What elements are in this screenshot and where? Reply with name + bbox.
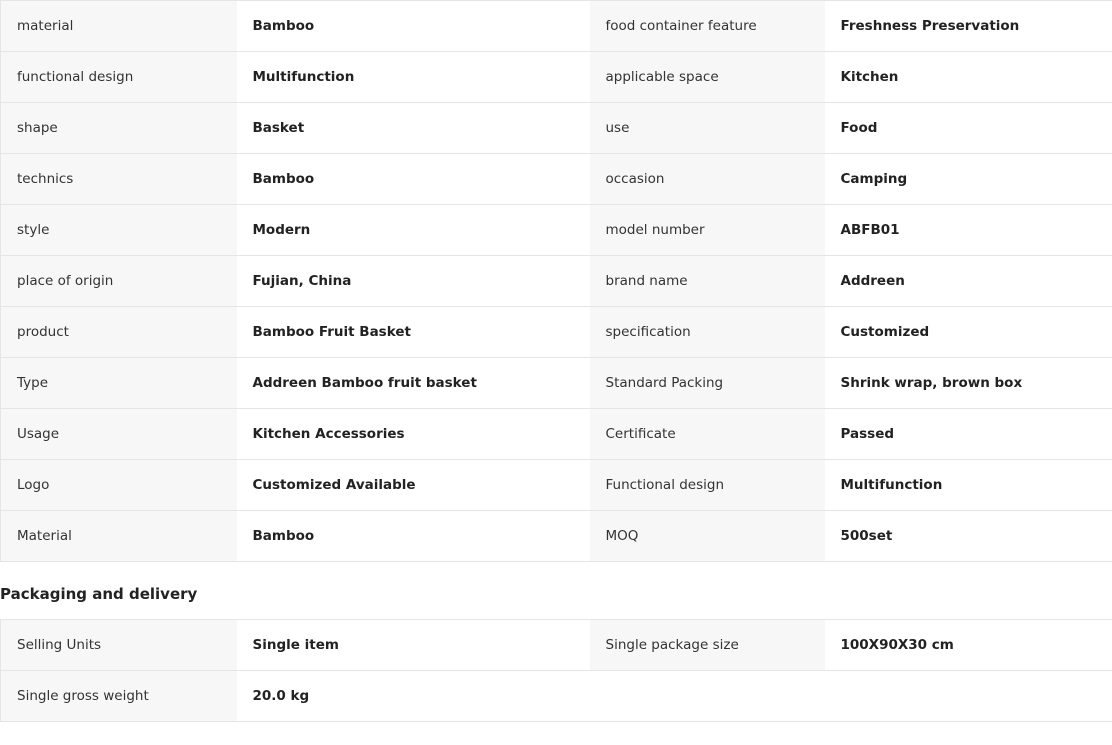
attribute-key: model number <box>589 204 825 256</box>
packaging-key: Selling Units <box>0 619 237 671</box>
packaging-value: 100X90X30 cm <box>824 619 1112 671</box>
attribute-key: brand name <box>589 255 825 307</box>
attribute-key: style <box>0 204 237 256</box>
attribute-key: Standard Packing <box>589 357 825 409</box>
packaging-key: Single gross weight <box>0 670 237 722</box>
packaging-section-title: Packaging and delivery <box>0 585 198 603</box>
attribute-key: specification <box>589 306 825 358</box>
attribute-value: Modern <box>236 204 590 256</box>
attribute-key: MOQ <box>589 510 825 562</box>
attribute-key: Usage <box>0 408 237 460</box>
attribute-value: Basket <box>236 102 590 154</box>
attribute-key: place of origin <box>0 255 237 307</box>
attribute-value: Bamboo <box>236 510 590 562</box>
table-row: product Bamboo Fruit Basket specificatio… <box>0 306 1112 358</box>
packaging-value: 20.0 kg <box>236 670 590 722</box>
attribute-value: Bamboo <box>236 0 590 52</box>
attribute-key: Certificate <box>589 408 825 460</box>
table-row: shape Basket use Food <box>0 102 1112 154</box>
table-row: Usage Kitchen Accessories Certificate Pa… <box>0 408 1112 460</box>
attribute-key: shape <box>0 102 237 154</box>
table-row: Selling Units Single item Single package… <box>0 619 1112 671</box>
attribute-value: Passed <box>824 408 1112 460</box>
attribute-key: occasion <box>589 153 825 205</box>
attribute-value: 500set <box>824 510 1112 562</box>
attribute-value: Customized Available <box>236 459 590 511</box>
attribute-value: Addreen Bamboo fruit basket <box>236 357 590 409</box>
table-row: functional design Multifunction applicab… <box>0 51 1112 103</box>
attribute-value: Fujian, China <box>236 255 590 307</box>
table-row: place of origin Fujian, China brand name… <box>0 255 1112 307</box>
attribute-key: food container feature <box>589 0 825 52</box>
packaging-table: Selling Units Single item Single package… <box>0 619 1112 722</box>
packaging-key: Single package size <box>589 619 825 671</box>
attribute-value: Shrink wrap, brown box <box>824 357 1112 409</box>
attribute-value: Customized <box>824 306 1112 358</box>
attribute-value: Camping <box>824 153 1112 205</box>
attribute-value: Food <box>824 102 1112 154</box>
table-row: Logo Customized Available Functional des… <box>0 459 1112 511</box>
attribute-value: Kitchen <box>824 51 1112 103</box>
attribute-value: Bamboo Fruit Basket <box>236 306 590 358</box>
empty-cell <box>824 670 1112 722</box>
attribute-key: Type <box>0 357 237 409</box>
attribute-key: applicable space <box>589 51 825 103</box>
attribute-key: Logo <box>0 459 237 511</box>
attribute-key: material <box>0 0 237 52</box>
attribute-value: Multifunction <box>236 51 590 103</box>
attribute-value: ABFB01 <box>824 204 1112 256</box>
table-row: Material Bamboo MOQ 500set <box>0 510 1112 562</box>
table-row: Type Addreen Bamboo fruit basket Standar… <box>0 357 1112 409</box>
attribute-value: Addreen <box>824 255 1112 307</box>
attribute-value: Kitchen Accessories <box>236 408 590 460</box>
attribute-value: Multifunction <box>824 459 1112 511</box>
empty-cell <box>589 670 825 722</box>
attribute-key: Functional design <box>589 459 825 511</box>
attribute-value: Bamboo <box>236 153 590 205</box>
attribute-key: use <box>589 102 825 154</box>
table-row: technics Bamboo occasion Camping <box>0 153 1112 205</box>
attribute-key: Material <box>0 510 237 562</box>
attributes-table: material Bamboo food container feature F… <box>0 0 1112 562</box>
attribute-key: functional design <box>0 51 237 103</box>
attribute-value: Freshness Preservation <box>824 0 1112 52</box>
attribute-key: technics <box>0 153 237 205</box>
table-row: material Bamboo food container feature F… <box>0 0 1112 52</box>
attribute-key: product <box>0 306 237 358</box>
table-row: Single gross weight 20.0 kg <box>0 670 1112 722</box>
packaging-value: Single item <box>236 619 590 671</box>
table-row: style Modern model number ABFB01 <box>0 204 1112 256</box>
